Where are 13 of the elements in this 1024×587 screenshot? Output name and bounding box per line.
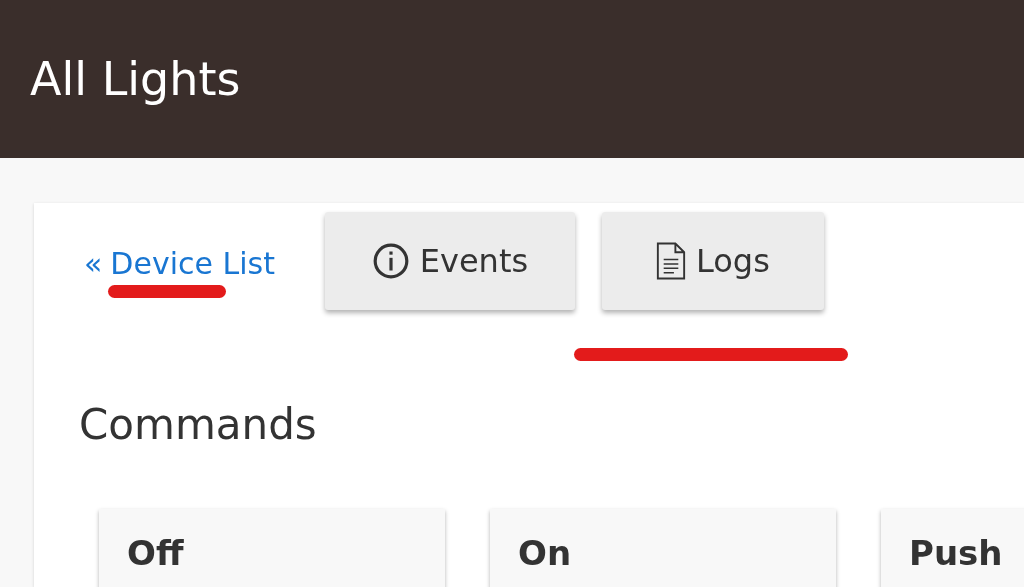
tab-button[interactable]: Events: [324, 212, 575, 310]
command-label: Off: [127, 533, 184, 573]
command-card[interactable]: On: [490, 509, 836, 587]
command-card[interactable]: Off: [99, 509, 445, 587]
tab-button[interactable]: Logs: [601, 212, 824, 310]
document-icon: [656, 242, 686, 280]
command-label: On: [518, 533, 572, 573]
info-icon: [371, 242, 410, 280]
command-card[interactable]: Push: [881, 509, 1024, 587]
section-title: Commands: [79, 400, 318, 449]
page-title: All Lights: [30, 52, 241, 106]
command-label: Push: [909, 533, 1003, 573]
device-list-link[interactable]: « Device List: [84, 246, 275, 281]
